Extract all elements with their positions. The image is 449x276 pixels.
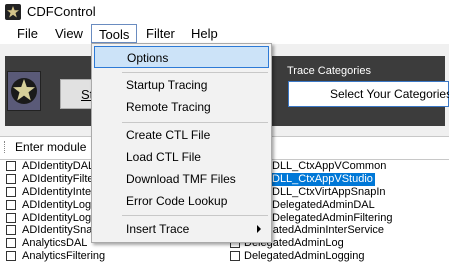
submenu-arrow-icon bbox=[257, 225, 261, 233]
checkbox[interactable] bbox=[6, 161, 16, 171]
module-name: DLL_CtxVirtAppSnapIn bbox=[272, 185, 386, 198]
menu-separator bbox=[122, 122, 268, 123]
checkbox[interactable] bbox=[6, 238, 16, 249]
module-name: ADIdentityDAL bbox=[22, 160, 95, 172]
select-categories-button[interactable]: Select Your Categories bbox=[288, 81, 449, 107]
list-item[interactable]: AnalyticsFiltering bbox=[0, 250, 230, 263]
citrix-star-logo bbox=[7, 71, 41, 111]
list-item[interactable]: DelegatedAdminLogging bbox=[230, 250, 449, 263]
checkbox[interactable] bbox=[6, 173, 16, 184]
menu-item-label: Load CTL File bbox=[126, 150, 201, 164]
menu-item-download-tmf[interactable]: Download TMF Files bbox=[94, 168, 269, 190]
checkbox[interactable] bbox=[6, 212, 16, 223]
menu-item-startup-tracing[interactable]: Startup Tracing bbox=[94, 74, 269, 96]
module-name: DelegatedAdminFiltering bbox=[272, 211, 393, 224]
menu-item-remote-tracing[interactable]: Remote Tracing bbox=[94, 96, 269, 118]
menu-item-error-lookup[interactable]: Error Code Lookup bbox=[94, 190, 269, 212]
grip-handle[interactable] bbox=[4, 141, 7, 153]
trace-categories-label: Trace Categories bbox=[287, 65, 371, 77]
menu-item-label: Error Code Lookup bbox=[126, 194, 228, 208]
module-name: ADIdentityLog bbox=[22, 211, 92, 224]
menu-separator bbox=[122, 72, 268, 73]
module-name: DelegatedAdminDAL bbox=[272, 198, 375, 211]
menu-item-load-ctl[interactable]: Load CTL File bbox=[94, 146, 269, 168]
checkbox[interactable] bbox=[230, 251, 240, 262]
menu-item-label: Startup Tracing bbox=[126, 78, 208, 92]
select-categories-label: Select Your Categories bbox=[330, 87, 449, 101]
tools-dropdown-menu: Options Startup Tracing Remote Tracing C… bbox=[91, 43, 272, 243]
menu-view[interactable]: View bbox=[55, 24, 83, 44]
module-name: DLL_CtxAppVStudio bbox=[270, 172, 375, 186]
start-button[interactable]: St bbox=[60, 79, 94, 109]
menu-filter[interactable]: Filter bbox=[146, 24, 175, 44]
checkbox[interactable] bbox=[6, 251, 16, 262]
title-bar: CDFControl bbox=[0, 0, 449, 24]
menu-item-options[interactable]: Options bbox=[94, 46, 269, 68]
module-name: DelegatedAdminLogging bbox=[244, 250, 365, 263]
checkbox[interactable] bbox=[6, 186, 16, 197]
menu-item-label: Download TMF Files bbox=[126, 172, 236, 186]
menu-bar: File View Tools Filter Help bbox=[0, 24, 449, 44]
window-title: CDFControl bbox=[27, 4, 96, 19]
checkbox[interactable] bbox=[6, 225, 16, 236]
module-name: DLL_CtxAppVCommon bbox=[272, 160, 387, 172]
module-name: ADIdentityInte bbox=[22, 185, 92, 198]
menu-item-label: Remote Tracing bbox=[126, 100, 211, 114]
menu-tools[interactable]: Tools bbox=[91, 24, 138, 43]
menu-item-label: Create CTL File bbox=[126, 128, 211, 142]
app-star-icon bbox=[5, 4, 21, 20]
menu-file[interactable]: File bbox=[17, 24, 38, 44]
module-name: ADIdentityLog bbox=[22, 198, 92, 211]
module-input[interactable]: Enter module bbox=[15, 140, 86, 154]
menu-item-label: Options bbox=[127, 51, 169, 65]
module-name: ADIdentityFilte bbox=[22, 172, 94, 185]
checkbox[interactable] bbox=[6, 199, 16, 210]
module-name: AnalyticsFiltering bbox=[22, 250, 106, 263]
menu-item-label: Insert Trace bbox=[126, 222, 190, 236]
menu-separator bbox=[122, 215, 268, 216]
menu-help[interactable]: Help bbox=[191, 24, 218, 44]
menu-item-create-ctl[interactable]: Create CTL File bbox=[94, 124, 269, 146]
menu-item-insert-trace[interactable]: Insert Trace bbox=[94, 218, 269, 240]
module-name: AnalyticsDAL bbox=[22, 237, 88, 250]
